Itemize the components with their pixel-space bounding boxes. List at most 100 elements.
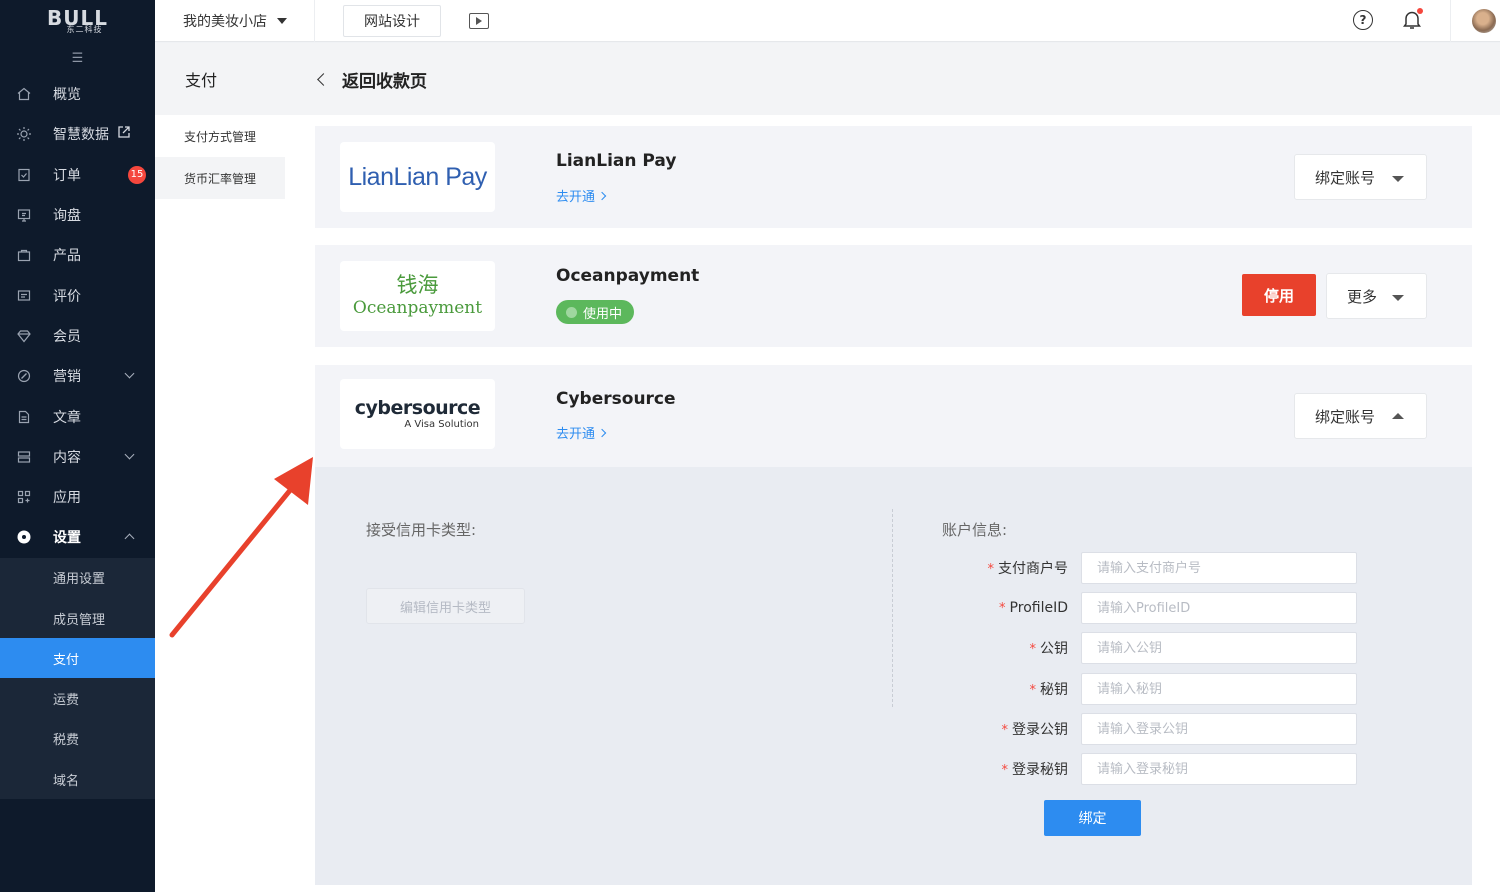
caret-up-icon <box>1392 413 1404 419</box>
public-key-label: * 公钥 <box>1029 641 1069 657</box>
sidebar-item-label: 营销 <box>53 369 81 386</box>
panel-divider <box>892 509 893 707</box>
payment-name: LianLian Pay <box>556 151 677 171</box>
website-design-button[interactable]: 网站设计 <box>343 4 441 37</box>
sidebar-item-overview[interactable]: 概览 <box>0 74 155 114</box>
activate-link[interactable]: 去开通 <box>556 423 607 442</box>
chevron-up-icon <box>124 533 135 544</box>
avatar[interactable] <box>1472 9 1496 33</box>
card-types-label: 接受信用卡类型: <box>366 521 477 539</box>
bind-account-label: 绑定账号 <box>1315 407 1376 426</box>
login-public-key-label: * 登录公钥 <box>1001 722 1069 738</box>
product-icon <box>16 247 32 263</box>
preview-play-icon[interactable] <box>469 12 489 29</box>
required-mark: * <box>999 601 1006 616</box>
status-label: 使用中 <box>583 306 623 322</box>
login-public-key-input[interactable] <box>1081 713 1357 745</box>
chevron-down-icon <box>124 449 135 460</box>
required-mark: * <box>1029 642 1037 657</box>
chevron-right-icon <box>597 428 607 437</box>
inquiry-icon <box>16 207 32 223</box>
edit-card-types-button[interactable]: 编辑信用卡类型 <box>366 588 525 624</box>
external-link-icon[interactable] <box>117 125 131 143</box>
login-secret-key-input[interactable] <box>1081 753 1357 785</box>
sidebar-item-apps[interactable]: 应用 <box>0 477 155 517</box>
disable-button[interactable]: 停用 <box>1242 274 1316 316</box>
page-header: 返回收款页 <box>285 43 1500 115</box>
sidebar-subitem-domain[interactable]: 域名 <box>0 759 155 799</box>
status-badge: 使用中 <box>556 300 635 324</box>
form-row-login-public-key: * 登录公钥 <box>915 713 1370 745</box>
payment-card-oceanpayment: 钱海 Oceanpayment Oceanpayment 使用中 停用 更多 <box>315 245 1472 347</box>
orders-count-badge: 15 <box>128 165 146 184</box>
profile-id-input[interactable] <box>1081 592 1357 624</box>
form-row-secret-key: * 秘钥 <box>915 673 1370 705</box>
oceanpayment-logo: 钱海 Oceanpayment <box>340 261 495 331</box>
account-info-label: 账户信息: <box>942 521 1008 539</box>
sidebar-item-label: 应用 <box>53 490 81 507</box>
sidebar-subitem-tax[interactable]: 税费 <box>0 719 155 759</box>
oceanpayment-logo-en: Oceanpayment <box>352 298 483 318</box>
sidebar-item-products[interactable]: 产品 <box>0 235 155 275</box>
activate-link-label: 去开通 <box>556 190 596 205</box>
settings-submenu: 通用设置 成员管理 支付 运费 税费 域名 <box>0 557 155 800</box>
sidebar-item-reviews[interactable]: 评价 <box>0 275 155 315</box>
bind-button[interactable]: 绑定 <box>1044 800 1141 836</box>
help-icon[interactable]: ? <box>1353 10 1373 30</box>
caret-down-icon <box>277 17 287 24</box>
sidebar-subitem-members[interactable]: 成员管理 <box>0 598 155 638</box>
required-mark: * <box>1029 683 1037 698</box>
collapse-menu-icon[interactable]: ☰ <box>0 42 155 74</box>
status-dot <box>566 306 577 318</box>
sidebar-subitem-shipping[interactable]: 运费 <box>0 678 155 718</box>
sidebar-item-articles[interactable]: 文章 <box>0 396 155 436</box>
secret-key-input[interactable] <box>1081 673 1357 705</box>
sidebar-item-settings[interactable]: 设置 <box>0 517 155 557</box>
settings-icon <box>16 529 32 545</box>
sidebar-subitem-payment[interactable]: 支付 <box>0 638 155 679</box>
sidebar-subitem-general[interactable]: 通用设置 <box>0 558 155 598</box>
member-icon <box>16 328 32 344</box>
cybersource-logo-sub: A Visa Solution <box>404 419 479 430</box>
lianlianpay-logo-text: LianLian Pay <box>348 162 487 191</box>
sidebar-item-smart-data[interactable]: 智慧数据 <box>0 114 155 154</box>
caret-down-icon <box>1392 176 1404 182</box>
store-name: 我的美妆小店 <box>183 13 267 30</box>
cybersource-bind-panel: 接受信用卡类型: 编辑信用卡类型 账户信息: *支付商户号 *ProfileID… <box>315 467 1472 885</box>
sidebar-item-marketing[interactable]: 营销 <box>0 356 155 396</box>
sidebar-item-label: 询盘 <box>53 208 81 225</box>
bind-account-dropdown-expanded[interactable]: 绑定账号 <box>1294 393 1427 439</box>
submenu-item-currency-rates[interactable]: 货币汇率管理 <box>155 157 285 199</box>
bind-account-dropdown[interactable]: 绑定账号 <box>1294 154 1427 200</box>
chevron-down-icon <box>124 368 135 379</box>
content-icon <box>16 449 32 465</box>
logo-sub-text: 东二科技 <box>66 25 103 34</box>
public-key-input[interactable] <box>1081 632 1357 664</box>
back-to-payments-link[interactable]: 返回收款页 <box>342 67 427 92</box>
merchant-id-input[interactable] <box>1081 552 1357 584</box>
sidebar-item-label: 评价 <box>53 288 81 305</box>
store-selector[interactable]: 我的美妆小店 <box>155 0 315 42</box>
required-mark: * <box>987 562 995 577</box>
payment-name: Oceanpayment <box>556 266 700 286</box>
payment-name: Cybersource <box>556 389 676 409</box>
more-label: 更多 <box>1347 287 1378 306</box>
sidebar-item-orders[interactable]: 订单 15 <box>0 155 155 195</box>
bind-account-label: 绑定账号 <box>1315 168 1376 187</box>
sidebar-item-label: 概览 <box>53 87 81 104</box>
merchant-id-label: * 支付商户号 <box>987 561 1069 577</box>
sidebar-item-content[interactable]: 内容 <box>0 437 155 477</box>
sidebar-item-members[interactable]: 会员 <box>0 316 155 356</box>
lianlianpay-logo: LianLian Pay <box>340 142 495 212</box>
notification-dot <box>1417 8 1423 14</box>
sidebar-item-inquiry[interactable]: 询盘 <box>0 195 155 235</box>
sidebar-item-label: 内容 <box>53 449 81 466</box>
required-mark: * <box>1001 723 1009 738</box>
sidebar-item-label: 会员 <box>53 328 81 345</box>
back-chevron-icon[interactable] <box>317 72 330 86</box>
more-dropdown[interactable]: 更多 <box>1326 273 1427 319</box>
submenu-item-payment-methods[interactable]: 支付方式管理 <box>155 115 285 157</box>
brand-logo[interactable]: BULL 东二科技 <box>0 0 155 42</box>
activate-link[interactable]: 去开通 <box>556 186 607 205</box>
main-content: LianLian Pay LianLian Pay 去开通 绑定账号 钱海 Oc… <box>285 115 1500 892</box>
